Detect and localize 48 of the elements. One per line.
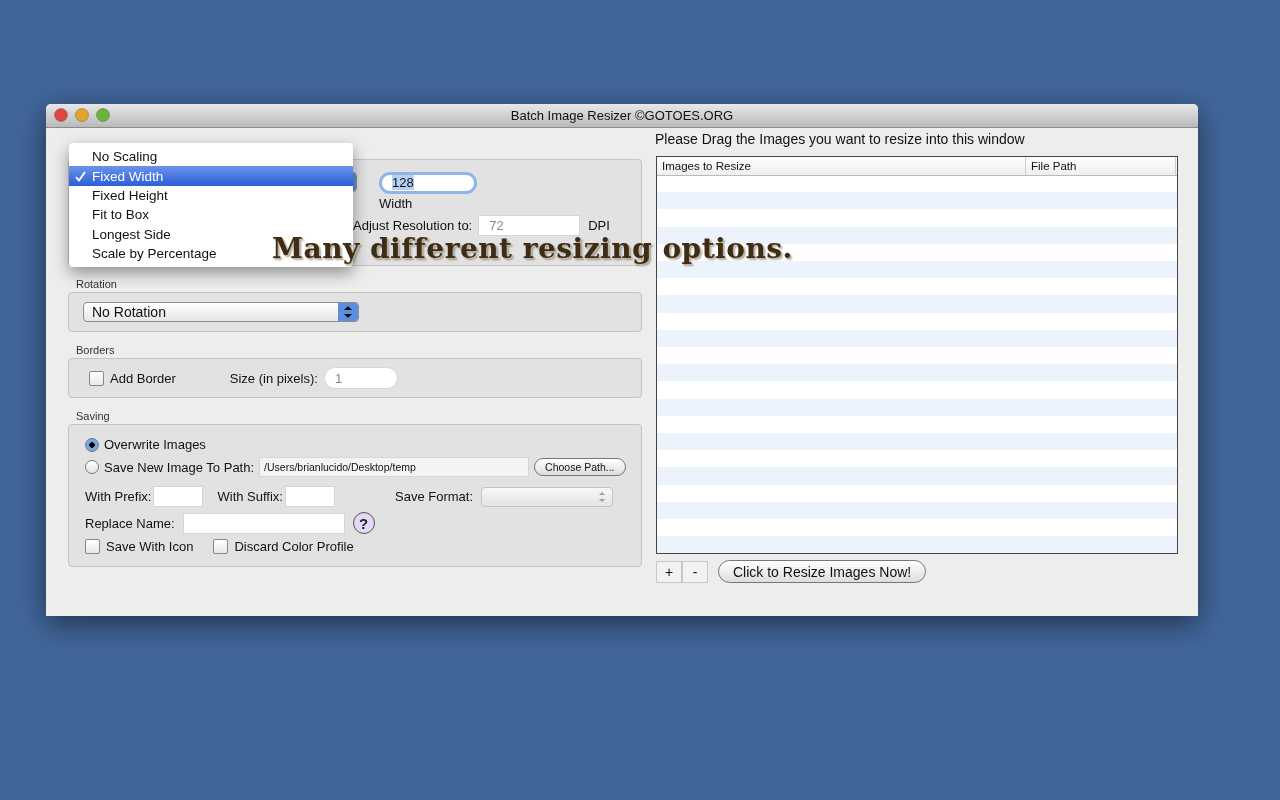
drop-instructions: Please Drag the Images you want to resize into this window <box>655 131 1026 147</box>
radio-button[interactable] <box>85 437 99 452</box>
format-label: Save Format: <box>395 489 473 504</box>
group-title: Borders <box>76 344 116 356</box>
resolution-field[interactable]: 72 <box>478 214 581 236</box>
checkbox[interactable] <box>89 370 104 386</box>
add-button[interactable]: + <box>656 560 682 583</box>
resolution-label: Adjust Resolution to: <box>353 217 473 233</box>
suffix-label: With Suffix: <box>217 489 283 504</box>
menu-item[interactable]: Longest Side <box>69 224 177 244</box>
remove-button[interactable]: - <box>682 560 708 583</box>
stepper-arrows-icon <box>338 303 358 321</box>
prefix-label: With Prefix: <box>85 489 152 504</box>
replace-name-label: Replace Name: <box>85 515 175 531</box>
group-title: Rotation <box>76 278 118 290</box>
path-field[interactable]: /Users/brianlucido/Desktop/temp <box>259 457 530 477</box>
prefix-field[interactable] <box>153 486 204 507</box>
border-size-field[interactable]: 1 <box>323 367 398 389</box>
menu-item[interactable]: Scale by Percentage <box>69 243 223 264</box>
checkmark-icon <box>75 170 86 182</box>
width-field[interactable]: 128 <box>379 171 477 194</box>
menu-item[interactable]: No Scaling <box>69 147 164 167</box>
window-title: Batch Image Resizer ©GOTOES.ORG <box>510 108 734 123</box>
rotation-popup[interactable]: No Rotation <box>83 302 359 322</box>
checkbox-label: Discard Color Profile <box>234 539 354 554</box>
help-button[interactable]: ? <box>352 512 375 534</box>
width-label: Width <box>379 195 414 211</box>
column-header[interactable]: Images to Resize <box>657 157 1026 175</box>
checkbox[interactable] <box>213 539 229 554</box>
choose-path-button[interactable]: Choose Path... <box>534 458 626 476</box>
menu-item[interactable]: Fit to Box <box>69 205 156 225</box>
column-header[interactable]: File Path <box>1026 157 1176 175</box>
radio-button[interactable] <box>85 460 99 474</box>
radio-label: Save New Image To Path: <box>104 459 255 475</box>
zoom-button-icon[interactable] <box>96 108 110 122</box>
radio-label: Overwrite Images <box>104 437 206 452</box>
group-title: Saving <box>76 410 111 422</box>
checkbox-label: Save With Icon <box>106 539 194 554</box>
resize-button[interactable]: Click to Resize Images Now! <box>718 560 927 583</box>
checkbox[interactable] <box>85 539 100 554</box>
suffix-field[interactable] <box>285 486 335 507</box>
size-label: Size (in pixels): <box>229 370 318 386</box>
menu-item[interactable]: Fixed Height <box>69 185 174 206</box>
replace-name-field[interactable] <box>182 512 345 534</box>
close-button-icon[interactable] <box>54 108 68 122</box>
dpi-label: DPI <box>588 217 610 233</box>
minimize-button-icon[interactable] <box>75 108 89 122</box>
checkbox-label: Add Border <box>110 370 176 386</box>
